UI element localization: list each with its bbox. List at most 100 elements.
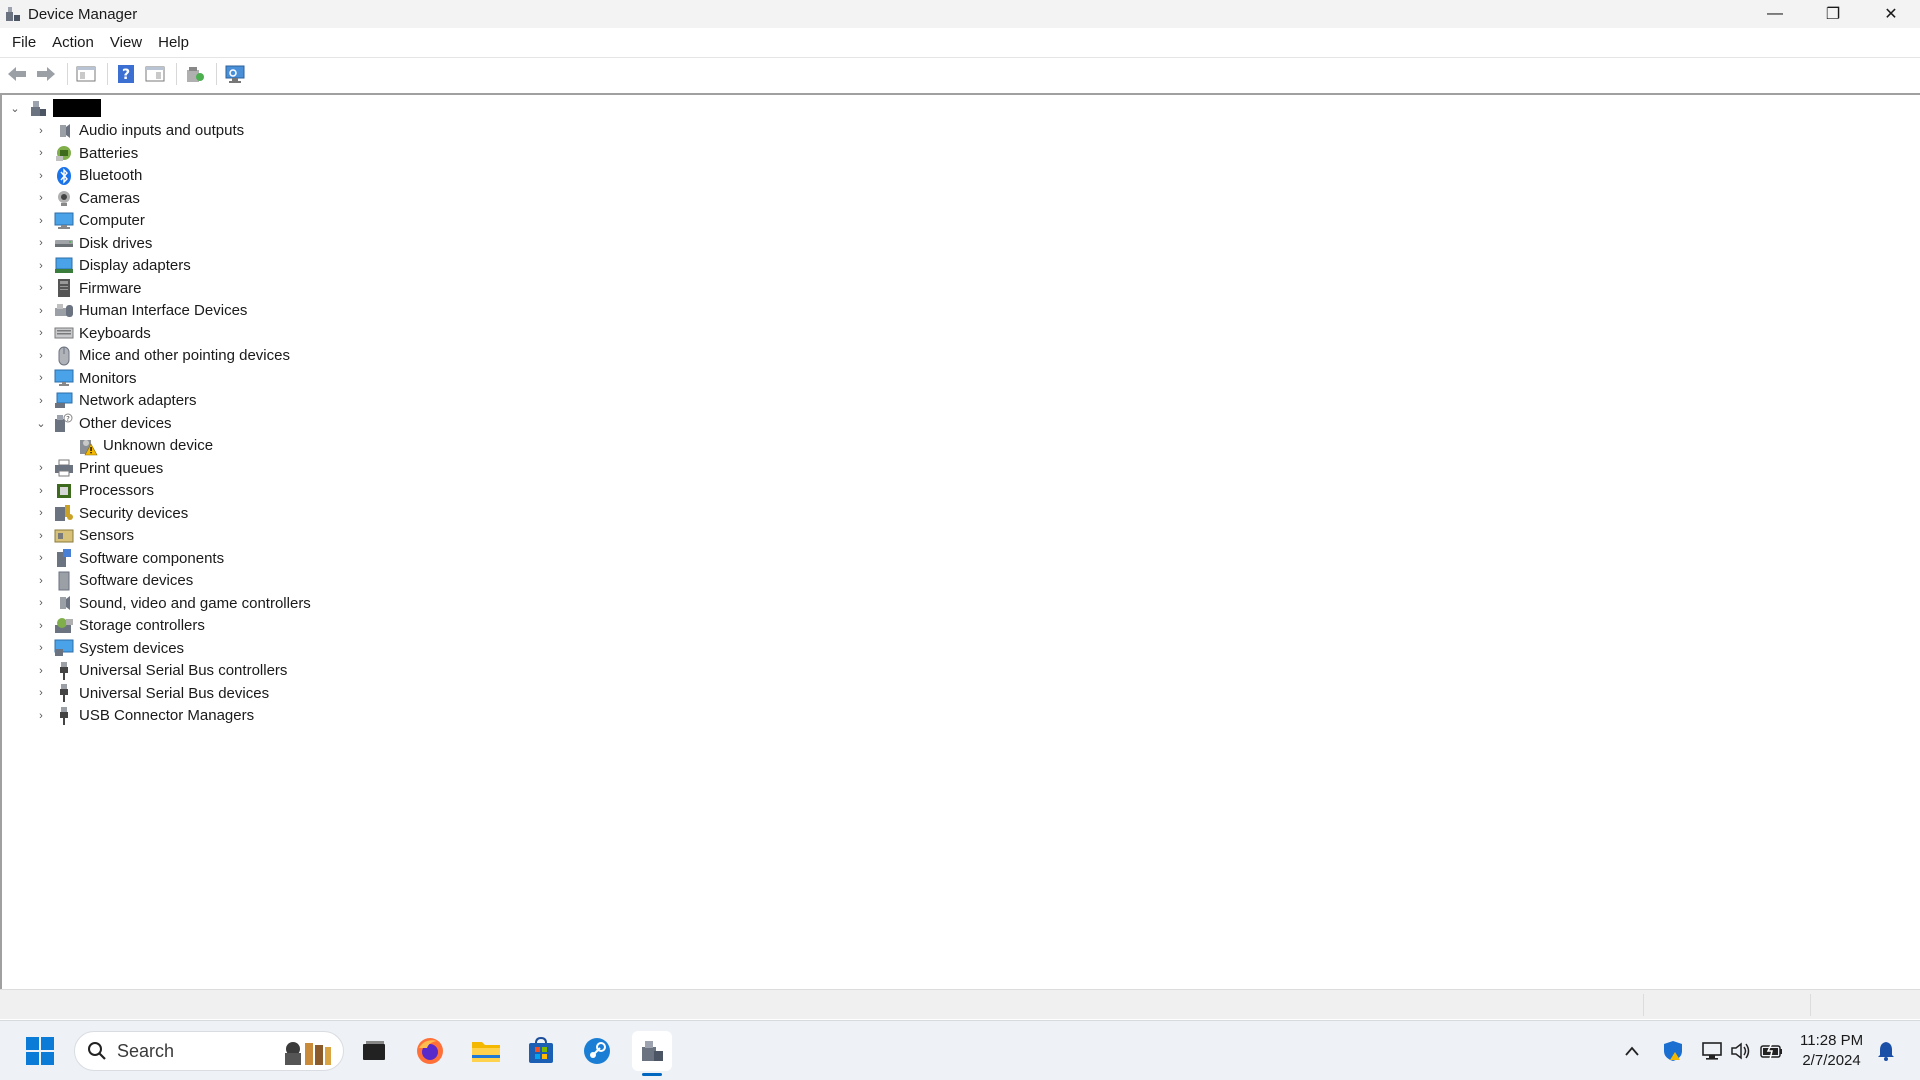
unknown-device-warning-icon (78, 436, 98, 456)
taskbar-search[interactable]: Search (74, 1031, 344, 1071)
show-hidden-icons-button[interactable] (1620, 1039, 1644, 1063)
chevron-right-icon[interactable]: › (34, 124, 48, 138)
computer-name-redacted (53, 99, 101, 117)
minimize-button[interactable]: — (1746, 0, 1804, 28)
menu-view[interactable]: View (102, 29, 150, 57)
tree-item-label: Security devices (79, 504, 189, 522)
tree-category-cameras[interactable]: › Cameras (34, 187, 140, 209)
tree-category-disk-drives[interactable]: › Disk drives (34, 232, 152, 254)
menu-help[interactable]: Help (150, 29, 197, 57)
taskbar-clock[interactable]: 11:28 PM 2/7/2024 (1800, 1031, 1863, 1071)
tree-item-label: Universal Serial Bus devices (79, 684, 270, 702)
tree-category-universal-serial-bus-devices[interactable]: › Universal Serial Bus devices (34, 682, 269, 704)
menu-file[interactable]: File (4, 29, 44, 57)
tree-category-audio-inputs-and-outputs[interactable]: › Audio inputs and outputs (34, 120, 244, 142)
printer-icon (54, 458, 74, 478)
tree-category-keyboards[interactable]: › Keyboards (34, 322, 151, 344)
tree-category-display-adapters[interactable]: › Display adapters (34, 255, 191, 277)
chevron-right-icon[interactable]: › (34, 236, 48, 250)
tree-child-unknown-device[interactable]: Unknown device (58, 435, 213, 457)
chevron-right-icon[interactable]: › (34, 349, 48, 363)
tree-category-storage-controllers[interactable]: › Storage controllers (34, 615, 205, 637)
toolbar-separator (67, 62, 68, 85)
tree-category-system-devices[interactable]: › System devices (34, 637, 184, 659)
chevron-right-icon[interactable]: › (34, 281, 48, 295)
tree-category-print-queues[interactable]: › Print queues (34, 457, 163, 479)
battery-tray-button[interactable] (1760, 1039, 1784, 1063)
chevron-right-icon[interactable]: › (34, 326, 48, 340)
device-manager-taskbar-button[interactable] (632, 1031, 672, 1071)
chevron-right-icon[interactable]: › (34, 529, 48, 543)
tree-category-monitors[interactable]: › Monitors (34, 367, 137, 389)
network-tray-button[interactable] (1700, 1039, 1724, 1063)
device-manager-icon (642, 1041, 663, 1061)
help-button[interactable]: ? (113, 62, 139, 86)
volume-tray-button[interactable] (1729, 1039, 1753, 1063)
chevron-right-icon[interactable]: › (34, 574, 48, 588)
tree-category-mice-and-other-pointing-devices[interactable]: › Mice and other pointing devices (34, 345, 290, 367)
tree-category-other-devices[interactable]: ⌄? Other devices (34, 412, 172, 434)
tree-category-sound-video-and-game-controllers[interactable]: › Sound, video and game controllers (34, 592, 311, 614)
menu-bar: File Action View Help (0, 29, 1920, 57)
chevron-right-icon[interactable]: › (34, 191, 48, 205)
chevron-right-icon[interactable]: › (34, 304, 48, 318)
chevron-right-icon[interactable]: › (34, 214, 48, 228)
tree-category-universal-serial-bus-controllers[interactable]: › Universal Serial Bus controllers (34, 660, 287, 682)
chevron-right-icon[interactable]: › (34, 371, 48, 385)
chevron-right-icon[interactable]: › (34, 619, 48, 633)
chevron-right-icon[interactable]: › (34, 686, 48, 700)
maximize-button[interactable]: ❐ (1804, 0, 1862, 28)
help-icon: ? (118, 64, 134, 83)
update-driver-button[interactable] (182, 62, 208, 86)
clock-date: 2/7/2024 (1802, 1052, 1861, 1069)
tree-category-security-devices[interactable]: › Security devices (34, 502, 188, 524)
properties-pane-button[interactable] (73, 62, 99, 86)
chevron-right-icon[interactable]: › (34, 551, 48, 565)
chevron-right-icon[interactable]: › (34, 484, 48, 498)
tree-category-sensors[interactable]: › Sensors (34, 525, 134, 547)
start-button[interactable] (20, 1031, 60, 1071)
chevron-right-icon[interactable]: › (34, 259, 48, 273)
tree-category-software-components[interactable]: › Software components (34, 547, 224, 569)
chevron-right-icon[interactable]: › (34, 394, 48, 408)
task-view-button[interactable] (354, 1031, 394, 1071)
tree-category-computer[interactable]: › Computer (34, 210, 145, 232)
notification-bell-icon (1878, 1042, 1894, 1061)
security-tray-button[interactable] (1661, 1039, 1685, 1063)
firefox-button[interactable] (410, 1031, 450, 1071)
show-hide-console-tree-button[interactable] (142, 62, 168, 86)
tree-category-firmware[interactable]: › Firmware (34, 277, 142, 299)
tree-category-processors[interactable]: › Processors (34, 480, 154, 502)
tree-category-usb-connector-managers[interactable]: › USB Connector Managers (34, 705, 254, 727)
microsoft-store-button[interactable] (521, 1031, 561, 1071)
back-button[interactable] (4, 62, 30, 86)
bluetooth-icon (54, 166, 74, 186)
chevron-right-icon[interactable]: › (34, 506, 48, 520)
chevron-right-icon[interactable]: › (34, 641, 48, 655)
forward-button[interactable] (33, 62, 59, 86)
chevron-right-icon[interactable]: › (34, 461, 48, 475)
close-icon: ✕ (1884, 6, 1898, 23)
tree-category-bluetooth[interactable]: › Bluetooth (34, 165, 142, 187)
taskbar: Search 11:28 PM 2/7/2024 (0, 1020, 1920, 1080)
chevron-right-icon[interactable]: › (34, 664, 48, 678)
chevron-down-icon[interactable]: ⌄ (34, 416, 48, 430)
chevron-right-icon[interactable]: › (34, 709, 48, 723)
tree-root-computer[interactable]: ⌄ (8, 97, 101, 119)
tree-category-software-devices[interactable]: › Software devices (34, 570, 193, 592)
chevron-right-icon[interactable]: › (34, 146, 48, 160)
chevron-down-icon[interactable]: ⌄ (8, 101, 22, 115)
chevron-right-icon[interactable]: › (34, 596, 48, 610)
notifications-button[interactable] (1874, 1039, 1898, 1063)
chevron-right-icon[interactable]: › (34, 169, 48, 183)
scan-hardware-button[interactable] (222, 62, 248, 86)
menu-action[interactable]: Action (44, 29, 102, 57)
tree-category-human-interface-devices[interactable]: › Human Interface Devices (34, 300, 247, 322)
device-tree[interactable]: ⌄ › Audio inputs and outputs › Batteries › Blu… (0, 93, 1920, 989)
steam-button[interactable] (577, 1031, 617, 1071)
close-button[interactable]: ✕ (1862, 0, 1920, 28)
tree-category-batteries[interactable]: › Batteries (34, 142, 138, 164)
tree-category-network-adapters[interactable]: › Network adapters (34, 390, 197, 412)
tree-item-label: Software devices (79, 572, 194, 589)
file-explorer-button[interactable] (466, 1031, 506, 1071)
